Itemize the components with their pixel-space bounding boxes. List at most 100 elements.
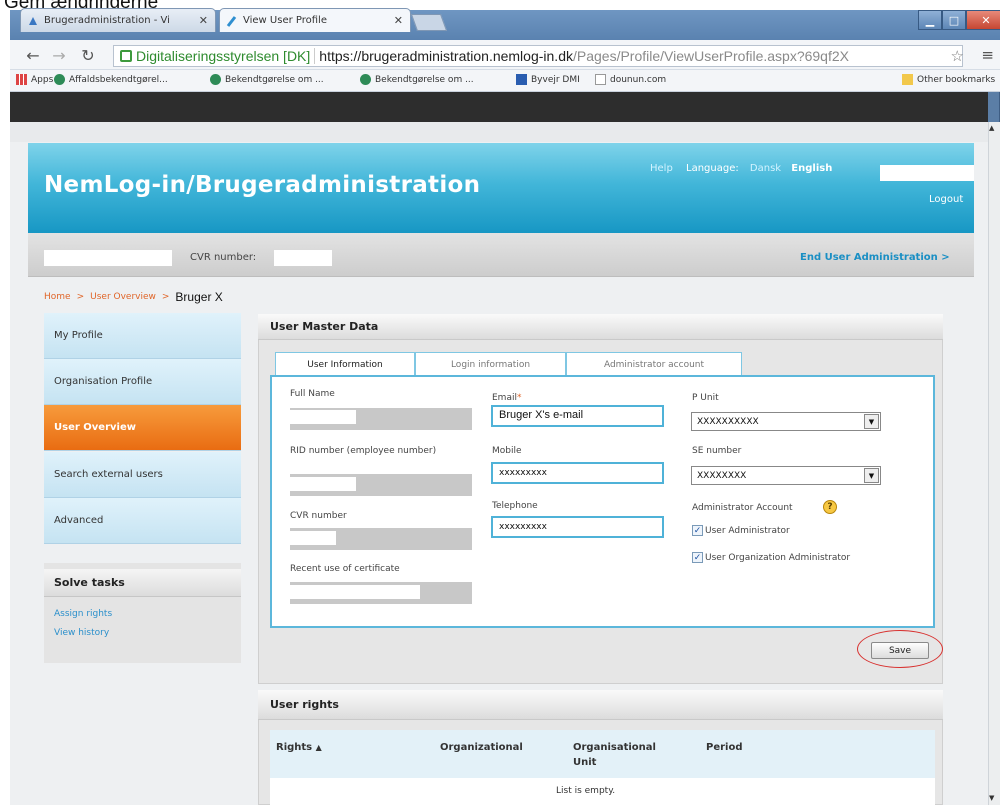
tab-title: View User Profile — [243, 15, 327, 26]
se-number-label: SE number — [692, 446, 742, 456]
bookmark-item[interactable]: Bekendtgørelse om ... — [360, 74, 474, 85]
end-user-administration-link[interactable]: End User Administration > — [800, 252, 950, 263]
cvr-number-label: CVR number: — [190, 252, 257, 263]
breadcrumb-user-overview[interactable]: User Overview — [90, 292, 156, 302]
view-history-link[interactable]: View history — [54, 628, 109, 638]
column-period[interactable]: Period — [706, 740, 743, 755]
cvr-number-field-label: CVR number — [290, 511, 347, 521]
user-administrator-option[interactable]: ✓ User Administrator — [692, 525, 790, 536]
user-organization-administrator-checkbox[interactable]: ✓ — [692, 552, 703, 563]
new-tab-button[interactable] — [410, 14, 448, 31]
logout-link[interactable]: Logout — [929, 194, 963, 205]
full-name-label: Full Name — [290, 389, 335, 399]
bookmark-label: dounun.com — [610, 74, 667, 85]
nav-user-overview[interactable]: User Overview — [44, 405, 241, 451]
bookmark-label: Apps — [31, 74, 54, 85]
tab-administrator-account[interactable]: Administrator account — [566, 352, 742, 376]
user-rights-title: User rights — [258, 690, 943, 720]
address-bar[interactable]: Digitaliseringsstyrelsen [DK] https://br… — [113, 45, 963, 67]
tab-title: Brugeradministration - Vi — [44, 15, 170, 26]
window-controls: ▁ □ ✕ — [918, 10, 1000, 30]
scroll-up-icon[interactable]: ▲ — [989, 124, 994, 132]
telephone-label: Telephone — [492, 501, 538, 511]
user-organization-administrator-option[interactable]: ✓ User Organization Administrator — [692, 552, 850, 563]
bookmark-item[interactable]: Bekendtgørelse om ... — [210, 74, 324, 85]
close-window-icon[interactable]: ✕ — [966, 10, 1000, 30]
language-english-link[interactable]: English — [791, 163, 832, 174]
redacted-organisation-name — [44, 250, 172, 266]
bookmark-label: Affaldsbekendtgørel... — [69, 74, 168, 85]
bookmark-label: Byvejr DMI — [531, 74, 580, 85]
site-title: NemLog-in/Brugeradministration — [44, 172, 481, 198]
dropdown-arrow-icon[interactable]: ▼ — [864, 468, 879, 483]
dropdown-arrow-icon[interactable]: ▼ — [864, 414, 879, 429]
nav-advanced[interactable]: Advanced — [44, 498, 241, 544]
reload-icon[interactable]: ↻ — [77, 46, 99, 65]
globe-icon — [54, 74, 65, 85]
column-rights[interactable]: Rights ▲ — [276, 740, 322, 755]
p-unit-select[interactable]: XXXXXXXXXX ▼ — [691, 412, 881, 431]
forward-arrow-icon[interactable]: → — [48, 46, 70, 65]
sort-ascending-icon: ▲ — [315, 743, 322, 752]
browser-tab-view-user-profile[interactable]: View User Profile ✕ — [219, 8, 411, 32]
nav-search-external-users[interactable]: Search external users — [44, 452, 241, 498]
mobile-input[interactable]: xxxxxxxxx — [491, 462, 664, 484]
bookmarks-bar: Apps Affaldsbekendtgørel... Bekendtgørel… — [10, 70, 1000, 92]
bookmark-star-icon[interactable]: ☆ — [951, 47, 964, 65]
help-link[interactable]: Help — [650, 163, 673, 174]
nav-my-profile[interactable]: My Profile — [44, 313, 241, 359]
bookmark-item[interactable]: dounun.com — [595, 74, 666, 85]
language-dansk-link[interactable]: Dansk — [750, 163, 781, 174]
telephone-input[interactable]: xxxxxxxxx — [491, 516, 664, 538]
rid-number-field — [290, 474, 472, 496]
menu-icon[interactable]: ≡ — [981, 46, 994, 64]
email-input[interactable]: Bruger X's e-mail — [491, 405, 664, 427]
left-navigation: My Profile Organisation Profile User Ove… — [44, 313, 241, 545]
bookmark-item[interactable]: Byvejr DMI — [516, 74, 580, 85]
close-tab-icon[interactable]: ✕ — [199, 14, 208, 27]
tab-user-information[interactable]: User Information — [275, 352, 415, 376]
bookmark-label: Other bookmarks — [917, 74, 996, 85]
empty-list-message: List is empty. — [556, 786, 616, 796]
cvr-number-field — [290, 528, 472, 550]
folder-icon — [902, 74, 913, 85]
administrator-account-label: Administrator Account — [692, 503, 793, 513]
se-number-select[interactable]: XXXXXXXX ▼ — [691, 466, 881, 485]
user-master-data-title: User Master Data — [258, 314, 943, 340]
scrollbar[interactable] — [988, 122, 1000, 805]
bookmark-label: Bekendtgørelse om ... — [375, 74, 474, 85]
checkbox-label: User Administrator — [705, 526, 790, 536]
column-organisational-unit[interactable]: Organisational Unit — [573, 740, 656, 770]
site-favicon-icon — [29, 16, 37, 25]
redacted-user-name — [880, 165, 974, 181]
help-question-icon[interactable]: ? — [823, 500, 837, 514]
breadcrumb-home[interactable]: Home — [44, 292, 71, 302]
chevron-right-icon: > — [76, 292, 85, 302]
page-top-strip — [10, 122, 988, 142]
browser-tab-brugeradministration[interactable]: Brugeradministration - Vi ✕ — [20, 8, 216, 32]
checkbox-label: User Organization Administrator — [705, 553, 851, 563]
dmi-icon — [516, 74, 527, 85]
recent-certificate-field — [290, 582, 472, 604]
bookmark-apps[interactable]: Apps — [16, 74, 53, 85]
breadcrumb: Home > User Overview > Bruger X — [44, 290, 223, 304]
globe-icon — [360, 74, 371, 85]
bookmark-item[interactable]: Affaldsbekendtgørel... — [54, 74, 168, 85]
tab-login-information[interactable]: Login information — [415, 352, 566, 376]
nav-organisation-profile[interactable]: Organisation Profile — [44, 359, 241, 405]
close-tab-icon[interactable]: ✕ — [394, 14, 403, 27]
full-name-field — [290, 408, 472, 430]
user-administrator-checkbox[interactable]: ✓ — [692, 525, 703, 536]
other-bookmarks[interactable]: Other bookmarks — [902, 74, 995, 85]
scroll-down-icon[interactable]: ▼ — [989, 794, 994, 802]
lock-icon — [120, 50, 132, 62]
maximize-icon[interactable]: □ — [942, 10, 966, 30]
se-number-value: XXXXXXXX — [697, 471, 747, 481]
column-organizational[interactable]: Organizational — [440, 740, 523, 755]
minimize-icon[interactable]: ▁ — [918, 10, 942, 30]
email-label: Email* — [492, 393, 522, 403]
assign-rights-link[interactable]: Assign rights — [54, 609, 112, 619]
p-unit-value: XXXXXXXXXX — [697, 417, 759, 427]
redacted-value — [290, 531, 336, 545]
back-arrow-icon[interactable]: ← — [22, 46, 44, 65]
